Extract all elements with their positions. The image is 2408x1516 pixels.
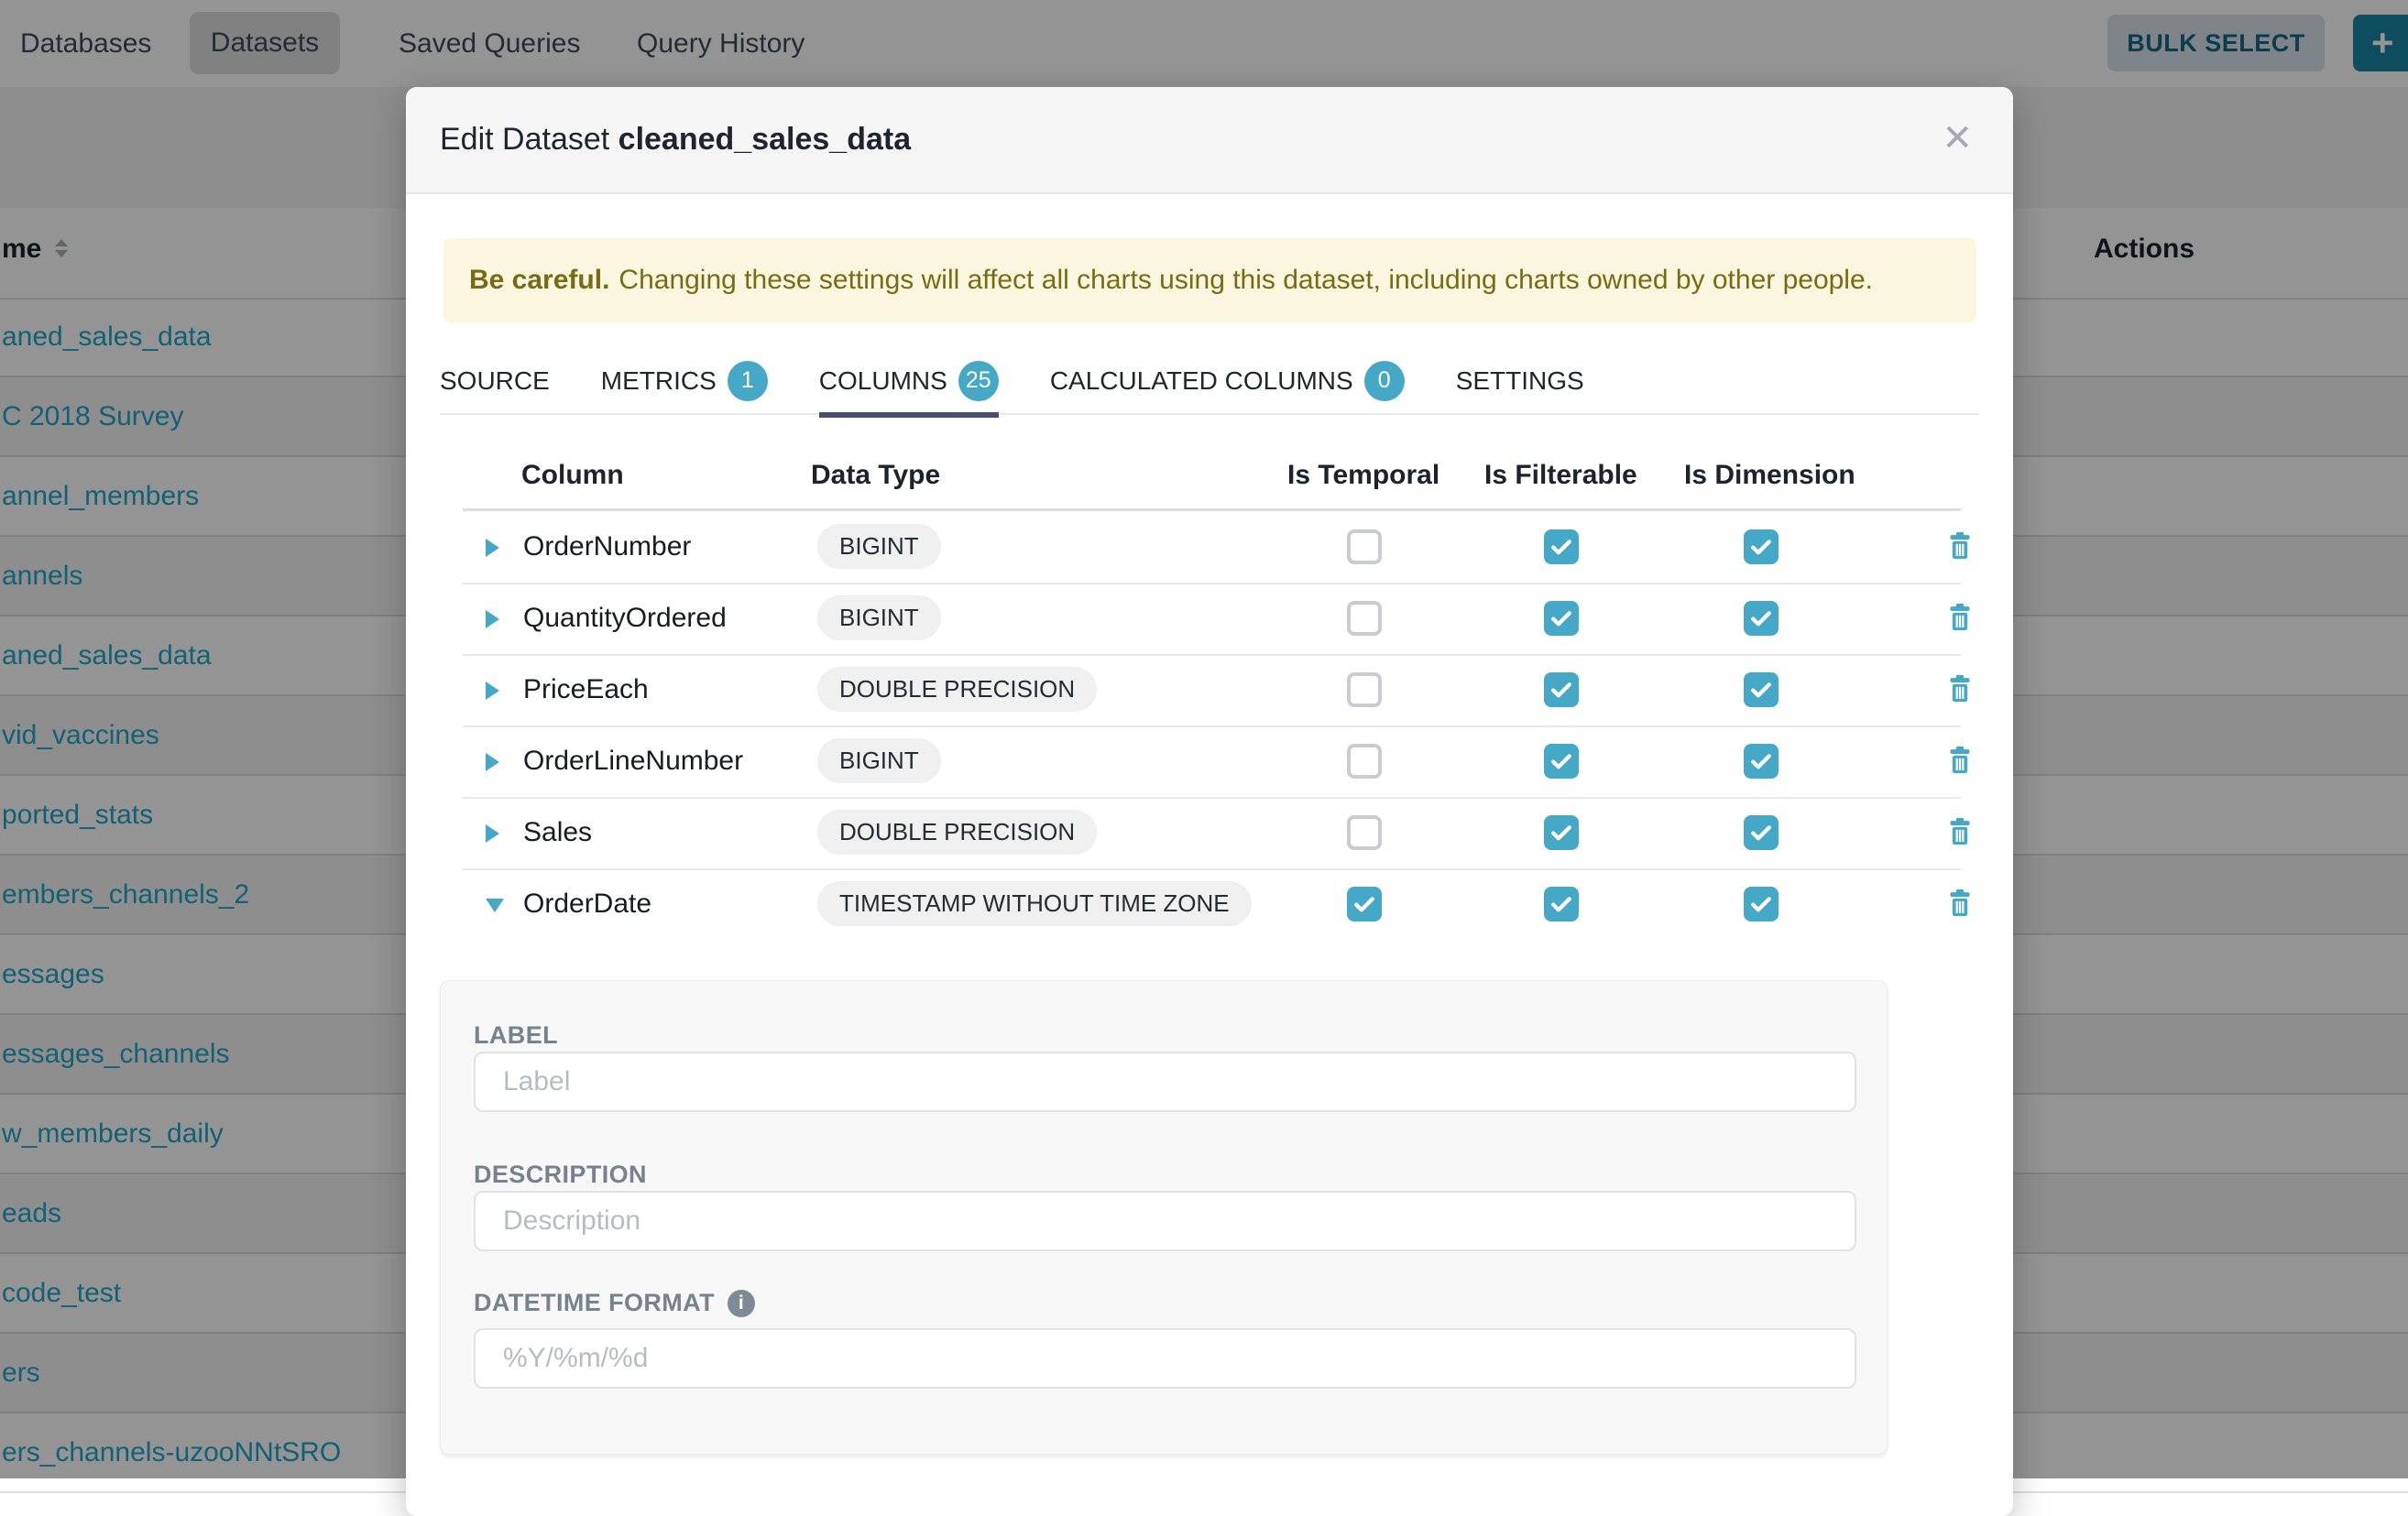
is-dimension-checkbox[interactable] — [1744, 601, 1779, 636]
column-row-ordernumber: OrderNumber BIGINT — [463, 511, 1961, 584]
modal-title: Edit Dataset cleaned_sales_data — [440, 122, 911, 158]
columns-count-badge: 25 — [958, 361, 999, 401]
data-type-pill: BIGINT — [817, 738, 941, 783]
warning-banner: Be careful. Changing these settings will… — [443, 238, 1976, 322]
tab-label: COLUMNS — [819, 366, 947, 396]
datetime-format-label-text: DATETIME FORMAT — [474, 1289, 715, 1317]
is-temporal-checkbox[interactable] — [1347, 672, 1382, 707]
is-dimension-checkbox[interactable] — [1744, 887, 1779, 922]
data-type-pill: DOUBLE PRECISION — [817, 810, 1097, 855]
modal-title-dataset-name: cleaned_sales_data — [618, 122, 911, 157]
is-filterable-checkbox[interactable] — [1544, 744, 1579, 779]
column-row-quantityordered: QuantityOrdered BIGINT — [463, 583, 1961, 656]
label-input[interactable] — [474, 1052, 1856, 1112]
is-filterable-checkbox[interactable] — [1544, 815, 1579, 850]
description-field-label-text: DESCRIPTION — [474, 1161, 647, 1189]
is-temporal-checkbox[interactable] — [1347, 601, 1382, 636]
tab-label: SETTINGS — [1456, 366, 1584, 396]
is-temporal-checkbox[interactable] — [1347, 887, 1382, 922]
is-temporal-checkbox[interactable] — [1347, 815, 1382, 850]
delete-column-trash-icon[interactable] — [1947, 674, 1973, 707]
info-icon[interactable]: i — [728, 1290, 755, 1317]
is-temporal-checkbox[interactable] — [1347, 529, 1382, 564]
modal-header: Edit Dataset cleaned_sales_data ✕ — [406, 87, 2013, 194]
delete-column-trash-icon[interactable] — [1947, 603, 1973, 636]
expand-caret-icon[interactable] — [486, 539, 499, 557]
is-filterable-checkbox[interactable] — [1544, 887, 1579, 922]
column-header: Column — [521, 460, 624, 491]
data-type-pill: DOUBLE PRECISION — [817, 667, 1097, 712]
expand-caret-icon[interactable] — [486, 610, 499, 628]
close-icon[interactable]: ✕ — [1942, 120, 1973, 157]
edit-dataset-modal: Edit Dataset cleaned_sales_data ✕ Be car… — [406, 87, 2013, 1516]
is-dimension-checkbox[interactable] — [1744, 672, 1779, 707]
is-dimension-checkbox[interactable] — [1744, 744, 1779, 779]
metrics-count-badge: 1 — [728, 361, 768, 401]
is-temporal-checkbox[interactable] — [1347, 744, 1382, 779]
data-type-pill: BIGINT — [817, 524, 941, 569]
tab-source[interactable]: SOURCE — [440, 348, 550, 413]
label-field-label: LABEL — [474, 1021, 558, 1050]
tab-label: CALCULATED COLUMNS — [1050, 366, 1353, 396]
description-field-label: DESCRIPTION — [474, 1161, 647, 1189]
modal-title-prefix: Edit Dataset — [440, 122, 609, 157]
column-row-orderdate: OrderDate TIMESTAMP WITHOUT TIME ZONE — [463, 868, 1961, 969]
collapse-caret-icon[interactable] — [486, 899, 504, 912]
tab-settings[interactable]: SETTINGS — [1456, 348, 1584, 413]
data-type-header: Data Type — [811, 460, 940, 491]
is-filterable-checkbox[interactable] — [1544, 529, 1579, 564]
expand-caret-icon[interactable] — [486, 682, 499, 700]
tab-calculated-columns[interactable]: CALCULATED COLUMNS 0 — [1050, 348, 1405, 413]
calculated-columns-count-badge: 0 — [1364, 361, 1405, 401]
is-dimension-checkbox[interactable] — [1744, 815, 1779, 850]
column-name: QuantityOrdered — [523, 603, 727, 634]
column-row-orderlinenumber: OrderLineNumber BIGINT — [463, 725, 1961, 799]
column-name: OrderNumber — [523, 531, 691, 562]
is-dimension-checkbox[interactable] — [1744, 529, 1779, 564]
column-row-sales: Sales DOUBLE PRECISION — [463, 797, 1961, 870]
column-name: OrderLineNumber — [523, 746, 743, 777]
column-name: Sales — [523, 817, 592, 848]
tab-columns[interactable]: COLUMNS 25 — [819, 348, 999, 413]
datetime-format-input[interactable] — [474, 1328, 1856, 1389]
tab-metrics[interactable]: METRICS 1 — [601, 348, 768, 413]
datetime-format-field-label: DATETIME FORMAT i — [474, 1289, 755, 1317]
column-name: OrderDate — [523, 889, 651, 920]
delete-column-trash-icon[interactable] — [1947, 531, 1973, 564]
tab-label: SOURCE — [440, 366, 550, 396]
is-filterable-header: Is Filterable — [1484, 460, 1637, 491]
tab-label: METRICS — [601, 366, 717, 396]
is-filterable-checkbox[interactable] — [1544, 601, 1579, 636]
is-temporal-header: Is Temporal — [1287, 460, 1439, 491]
expand-caret-icon[interactable] — [486, 824, 499, 843]
data-type-pill: TIMESTAMP WITHOUT TIME ZONE — [817, 881, 1252, 926]
is-filterable-checkbox[interactable] — [1544, 672, 1579, 707]
data-type-pill: BIGINT — [817, 595, 941, 640]
label-field-label-text: LABEL — [474, 1021, 558, 1050]
is-dimension-header: Is Dimension — [1684, 460, 1855, 491]
delete-column-trash-icon[interactable] — [1947, 746, 1973, 779]
warning-banner-bold: Be careful. — [469, 265, 609, 296]
delete-column-trash-icon[interactable] — [1947, 817, 1973, 850]
column-row-priceeach: PriceEach DOUBLE PRECISION — [463, 654, 1961, 727]
description-input[interactable] — [474, 1191, 1856, 1251]
modal-tabs: SOURCE METRICS 1 COLUMNS 25 CALCULATED COL… — [440, 348, 1979, 415]
column-name: PriceEach — [523, 674, 649, 705]
expand-caret-icon[interactable] — [486, 753, 499, 771]
delete-column-trash-icon[interactable] — [1947, 889, 1973, 922]
warning-banner-text: Changing these settings will affect all … — [618, 265, 1873, 296]
